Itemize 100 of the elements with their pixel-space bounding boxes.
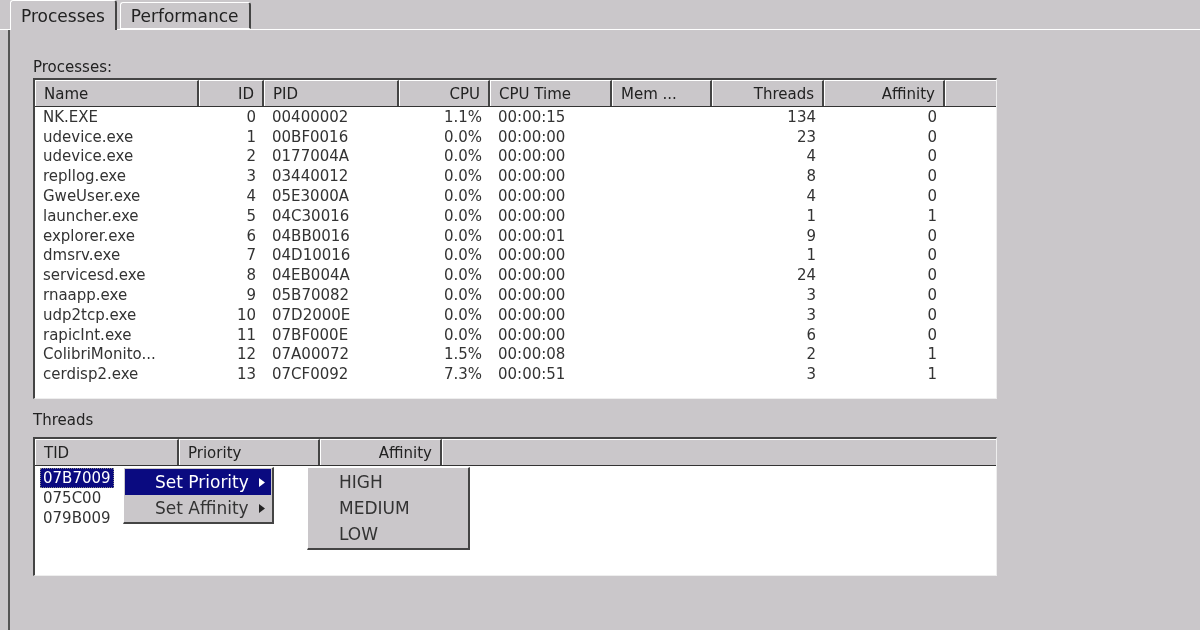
table-cell: 00:00:08 xyxy=(498,345,566,364)
table-cell: 1 xyxy=(927,345,937,364)
table-cell: 00:00:00 xyxy=(498,266,566,285)
column-header[interactable]: Priority xyxy=(179,439,320,465)
table-cell: 04C30016 xyxy=(272,206,350,225)
thread-id[interactable]: 07B7009 xyxy=(40,468,114,488)
table-cell: 23 xyxy=(796,127,816,146)
table-cell: 9 xyxy=(246,286,256,305)
table-cell: udevice.exe xyxy=(43,127,134,146)
table-cell: 07CF0092 xyxy=(272,365,349,384)
table-cell: 00:00:15 xyxy=(498,107,566,126)
table-cell: 6 xyxy=(246,226,256,245)
table-cell: 00:00:51 xyxy=(498,365,566,384)
column-header[interactable]: Affinity xyxy=(824,80,945,106)
table-cell: 07BF000E xyxy=(272,325,349,344)
table-cell: 0.0% xyxy=(443,246,482,265)
table-cell: 00:00:00 xyxy=(498,325,566,344)
column-header[interactable]: Threads xyxy=(712,80,824,106)
table-cell: 1 xyxy=(806,246,816,265)
table-cell: 0 xyxy=(927,127,937,146)
table-cell: cerdisp2.exe xyxy=(43,365,139,384)
column-header[interactable]: TID xyxy=(35,439,179,465)
table-cell: 00:00:00 xyxy=(498,206,566,225)
table-cell: 04BB0016 xyxy=(272,226,350,245)
table-cell: 4 xyxy=(806,147,816,166)
menu-item[interactable]: LOW xyxy=(309,521,467,547)
table-cell: 1.1% xyxy=(443,107,482,126)
table-cell: 0.0% xyxy=(443,187,482,206)
table-cell: 0.0% xyxy=(443,286,482,305)
table-cell: 0.0% xyxy=(443,226,482,245)
table-cell: 24 xyxy=(796,266,816,285)
table-cell: 04EB004A xyxy=(272,266,350,285)
table-cell: 4 xyxy=(806,187,816,206)
menu-item[interactable]: MEDIUM xyxy=(309,495,467,521)
table-cell: 00:00:00 xyxy=(498,167,566,186)
table-cell: 07A00072 xyxy=(272,345,350,364)
table-cell: 05E3000A xyxy=(272,187,349,206)
table-cell: 9 xyxy=(806,226,816,245)
table-cell: 8 xyxy=(806,167,816,186)
table-cell: 00:00:00 xyxy=(498,305,566,324)
table-cell: 0 xyxy=(927,305,937,324)
thread-id[interactable]: 075C00 xyxy=(40,488,105,508)
table-cell: 0.0% xyxy=(443,206,482,225)
table-cell: 0.0% xyxy=(443,167,482,186)
column-header[interactable]: PID xyxy=(264,80,399,106)
table-cell: 0.0% xyxy=(443,266,482,285)
tab[interactable]: Performance xyxy=(119,2,251,29)
column-header[interactable]: CPU Time xyxy=(490,80,612,106)
table-cell: explorer.exe xyxy=(43,226,135,245)
table-cell: 1 xyxy=(246,127,256,146)
table-cell: 0 xyxy=(927,246,937,265)
table-cell: 1.5% xyxy=(443,345,482,364)
thread-id[interactable]: 079B009 xyxy=(40,508,114,528)
table-cell: 0 xyxy=(927,286,937,305)
table-cell: 6 xyxy=(806,325,816,344)
table-cell: 13 xyxy=(236,365,256,384)
table-cell: 10 xyxy=(236,305,256,324)
table-cell: 12 xyxy=(236,345,256,364)
table-cell: 5 xyxy=(246,206,256,225)
column-header[interactable]: Affinity xyxy=(320,439,442,465)
table-cell: 2 xyxy=(806,345,816,364)
column-header[interactable]: Mem ... xyxy=(612,80,712,106)
table-cell: 0.0% xyxy=(443,127,482,146)
table-cell: 7.3% xyxy=(443,365,482,384)
menu-item[interactable]: Set Affinity xyxy=(125,495,271,521)
table-cell: rnaapp.exe xyxy=(43,286,128,305)
column-header[interactable]: Name xyxy=(35,80,199,106)
table-cell: 0 xyxy=(927,147,937,166)
table-cell: 0.0% xyxy=(443,147,482,166)
table-cell: 3 xyxy=(806,365,816,384)
menu-item[interactable]: HIGH xyxy=(309,469,467,495)
table-cell: 134 xyxy=(787,107,816,126)
table-cell: 00:00:00 xyxy=(498,286,566,305)
table-cell: 0 xyxy=(927,187,937,206)
table-cell: udp2tcp.exe xyxy=(43,305,137,324)
table-cell: 3 xyxy=(806,286,816,305)
table-cell: 7 xyxy=(246,246,256,265)
section-label: Threads xyxy=(33,411,95,431)
menu-item[interactable]: Set Priority xyxy=(125,469,271,495)
tab[interactable]: Processes xyxy=(10,0,117,30)
table-cell: launcher.exe xyxy=(43,206,139,225)
table-cell: 4 xyxy=(246,187,256,206)
table-cell: 00:00:00 xyxy=(498,187,566,206)
table-cell: 3 xyxy=(246,167,256,186)
table-cell: servicesd.exe xyxy=(43,266,146,285)
table-cell: 1 xyxy=(927,365,937,384)
table-cell: NK.EXE xyxy=(43,107,99,126)
table-cell: 00BF0016 xyxy=(272,127,349,146)
column-header[interactable]: ID xyxy=(199,80,264,106)
table-cell: GweUser.exe xyxy=(43,187,141,206)
table-cell: 04D10016 xyxy=(272,246,351,265)
table-cell: 0 xyxy=(246,107,256,126)
table-cell: 0 xyxy=(927,167,937,186)
table-cell: 00:00:00 xyxy=(498,246,566,265)
table-cell: 2 xyxy=(246,147,256,166)
table-cell: 00:00:01 xyxy=(498,226,566,245)
table-cell: 03440012 xyxy=(272,167,349,186)
column-header[interactable]: CPU xyxy=(399,80,490,106)
table-cell: rapicInt.exe xyxy=(43,325,132,344)
table-cell: 0177004A xyxy=(272,147,350,166)
